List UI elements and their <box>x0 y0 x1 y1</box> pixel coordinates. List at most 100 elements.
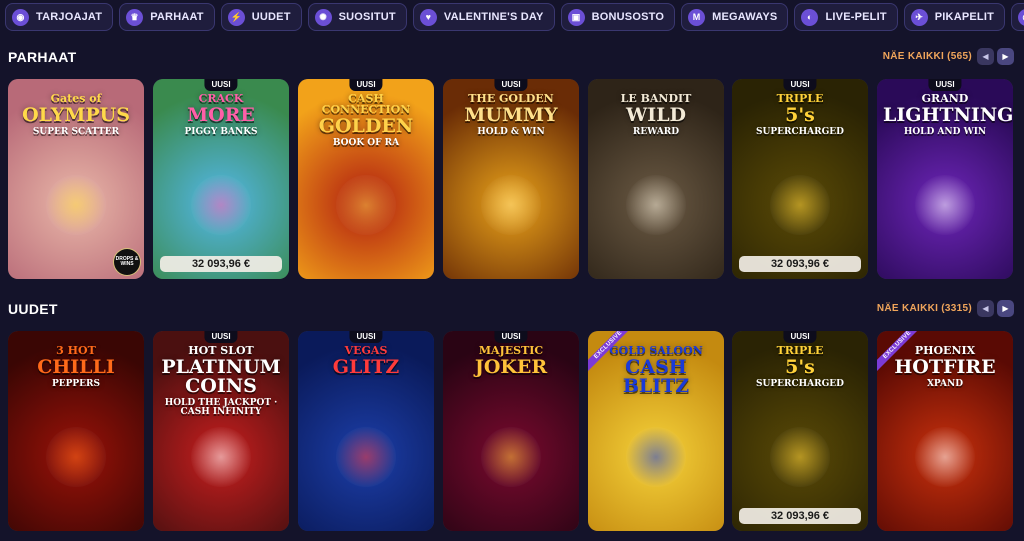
game-title-line-1: 3 HOT <box>56 344 96 357</box>
game-title-line-1: MAJESTIC <box>478 344 544 357</box>
category-chip-suositut[interactable]: ✺ SUOSITUT <box>307 3 407 31</box>
game-title-line-2: CASH BLITZ <box>622 356 690 397</box>
game-title-line-1: VEGAS <box>344 344 388 357</box>
game-card[interactable]: MAJESTIC JOKER UUSI <box>443 331 579 531</box>
jackpot-amount: 32 093,96 € <box>160 256 282 272</box>
category-chip-label: VALENTINE'S DAY <box>443 11 544 23</box>
game-artwork-emblem <box>626 427 686 487</box>
game-artwork-emblem <box>626 175 686 235</box>
game-title-line-2: MORE <box>187 104 255 126</box>
category-chip-bonusosto[interactable]: ▣ BONUSOSTO <box>560 3 676 31</box>
game-title-line-1: GOLD SALOON <box>609 344 703 357</box>
section-title: UUDET <box>8 301 58 317</box>
user-icon: ◉ <box>12 8 29 26</box>
game-card[interactable]: LE BANDIT WILD REWARD <box>588 79 724 279</box>
prev-arrow-button[interactable]: ◀ <box>977 300 994 317</box>
see-all-link[interactable]: NÄE KAIKKI (3315) <box>877 303 972 314</box>
heart-icon: ♥ <box>419 8 437 26</box>
game-title-line-2: MUMMY <box>464 104 558 126</box>
game-card[interactable]: CASH CONNECTION GOLDEN BOOK OF RA UUSI <box>298 79 434 279</box>
game-card[interactable]: CRACK MORE PIGGY BANKS UUSI 32 093,96 € <box>153 79 289 279</box>
game-title-line-3: REWARD <box>632 127 680 137</box>
game-title-line-3: SUPER SCATTER <box>32 127 120 137</box>
game-card[interactable]: HOT SLOT PLATINUM COINS HOLD THE JACKPOT ·… <box>153 331 289 531</box>
category-chip-label: MEGAWAYS <box>712 11 778 23</box>
jackpot-amount: 32 093,96 € <box>739 508 861 524</box>
game-title-line-1: CASH CONNECTION <box>321 92 411 116</box>
category-chip-label: PARHAAT <box>150 11 204 23</box>
new-badge: UUSI <box>783 79 817 91</box>
game-artwork-emblem <box>915 175 975 235</box>
game-title-line-3: SUPERCHARGED <box>756 379 844 389</box>
new-badge: UUSI <box>204 331 238 343</box>
game-title-line-2: HOTFIRE <box>894 356 996 378</box>
game-title: 3 HOT CHILLI PEPPERS <box>14 345 138 389</box>
category-chip-label: SUOSITUT <box>338 11 396 23</box>
category-chip-label: BONUSOSTO <box>591 11 665 23</box>
game-title-line-1: PHOENIX <box>914 344 976 357</box>
category-chip-parhaat[interactable]: ♛ PARHAAT <box>119 3 215 31</box>
chevron-right-icon: ▶ <box>1002 304 1009 313</box>
category-chip-tarjoajat[interactable]: ◉ TARJOAJAT <box>5 3 114 31</box>
new-badge: UUSI <box>204 79 238 91</box>
game-card[interactable]: 3 HOT CHILLI PEPPERS <box>8 331 144 531</box>
rocket-icon: ✈ <box>910 8 928 26</box>
game-card[interactable]: Gates of OLYMPUS SUPER SCATTER DROPS & WINS <box>8 79 144 279</box>
section-title: PARHAAT <box>8 49 77 65</box>
game-title: Gates of OLYMPUS SUPER SCATTER <box>14 93 138 137</box>
new-badge: UUSI <box>928 79 962 91</box>
game-title: CASH CONNECTION GOLDEN BOOK OF RA <box>304 93 428 148</box>
game-title: VEGAS GLITZ <box>304 345 428 380</box>
game-title: CRACK MORE PIGGY BANKS <box>159 93 283 137</box>
game-artwork-emblem <box>770 427 830 487</box>
game-card[interactable]: GOLD SALOON CASH BLITZ EXCLUSIVE <box>588 331 724 531</box>
category-chip-uudet[interactable]: ⚡ UUDET <box>220 3 302 31</box>
game-title-line-2: OLYMPUS <box>22 104 130 126</box>
jackpot-amount: 32 093,96 € <box>739 256 861 272</box>
game-title-line-1: CRACK <box>198 92 244 105</box>
game-title-line-2: JOKER <box>474 356 548 378</box>
prev-arrow-button[interactable]: ◀ <box>977 48 994 65</box>
game-card[interactable]: GRAND LIGHTNING HOLD AND WIN UUSI <box>877 79 1013 279</box>
chevron-left-icon: ◀ <box>982 304 989 313</box>
category-chip-megaways[interactable]: M MEGAWAYS <box>681 3 789 31</box>
game-card[interactable]: TRIPLE 5's SUPERCHARGED UUSI 32 093,96 € <box>732 331 868 531</box>
game-title-line-1: THE GOLDEN <box>468 92 554 105</box>
game-title-line-2: 5's <box>785 356 815 378</box>
game-card[interactable]: PHOENIX HOTFIRE XPAND EXCLUSIVE <box>877 331 1013 531</box>
game-title-line-2: CHILLI <box>37 356 115 378</box>
game-row-parhaat: Gates of OLYMPUS SUPER SCATTER DROPS & WINS… <box>8 79 1024 279</box>
category-chip-label: PIKAPELIT <box>934 11 995 23</box>
game-title-line-3: HOLD THE JACKPOT · CASH INFINITY <box>164 398 278 417</box>
game-title-line-2: WILD <box>625 104 687 126</box>
category-chip-valentine-s-day[interactable]: ♥ VALENTINE'S DAY <box>412 3 555 31</box>
game-title: TRIPLE 5's SUPERCHARGED <box>738 345 862 389</box>
category-chip-slotit[interactable]: ◎SLOTIT <box>1011 3 1024 31</box>
new-badge: UUSI <box>494 331 528 343</box>
game-row-uudet: 3 HOT CHILLI PEPPERS HOT SLOT PLATINUM COINS… <box>8 331 1024 531</box>
game-title-line-3: HOLD & WIN <box>477 127 545 137</box>
game-title-line-3: XPAND <box>926 379 964 389</box>
game-title: TRIPLE 5's SUPERCHARGED <box>738 93 862 137</box>
chevron-right-icon: ▶ <box>1002 52 1009 61</box>
game-artwork-emblem <box>336 175 396 235</box>
slot-icon: ◎ <box>1018 8 1024 26</box>
game-title-line-3: BOOK OF RA <box>332 138 400 148</box>
game-title-line-1: GRAND <box>921 92 969 105</box>
game-card[interactable]: VEGAS GLITZ UUSI <box>298 331 434 531</box>
game-artwork-emblem <box>481 427 541 487</box>
next-arrow-button[interactable]: ▶ <box>997 48 1014 65</box>
game-artwork-emblem <box>46 175 106 235</box>
game-card[interactable]: THE GOLDEN MUMMY HOLD & WIN UUSI <box>443 79 579 279</box>
category-chip-live-pelit[interactable]: ◐ LIVE-PELIT <box>794 3 898 31</box>
game-title-line-2: GOLDEN <box>318 115 414 137</box>
new-badge: UUSI <box>494 79 528 91</box>
next-arrow-button[interactable]: ▶ <box>997 300 1014 317</box>
game-title: GRAND LIGHTNING HOLD AND WIN <box>883 92 1013 137</box>
megaways-icon: M <box>688 8 706 26</box>
category-chip-pikapelit[interactable]: ✈ PIKAPELIT <box>903 3 1006 31</box>
game-title-line-2: GLITZ <box>332 356 400 378</box>
game-artwork-emblem <box>191 175 251 235</box>
see-all-link[interactable]: NÄE KAIKKI (565) <box>883 51 972 62</box>
game-card[interactable]: TRIPLE 5's SUPERCHARGED UUSI 32 093,96 € <box>732 79 868 279</box>
